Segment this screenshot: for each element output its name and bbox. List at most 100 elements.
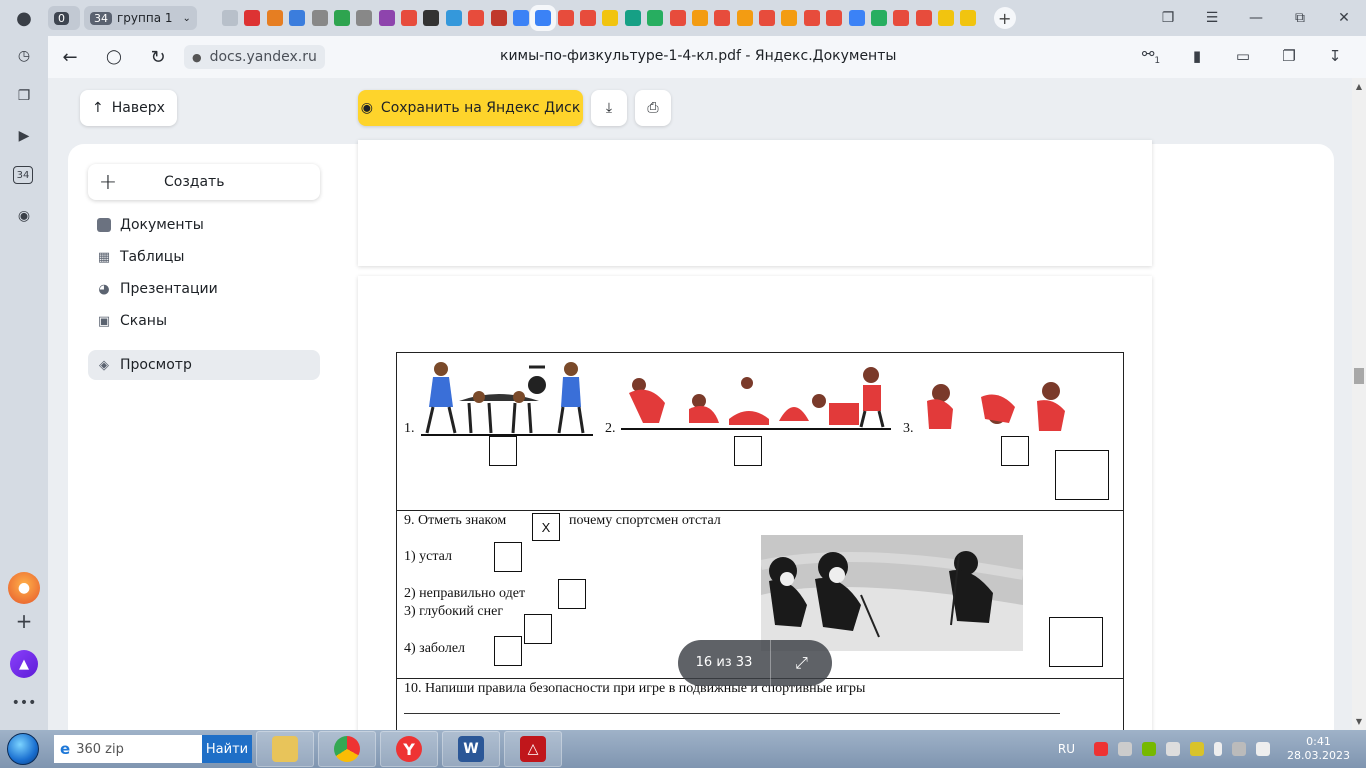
tab-favicon[interactable]	[714, 10, 731, 26]
yandex-app-icon[interactable]: ●	[8, 572, 40, 604]
print-button[interactable]: ⎙	[635, 90, 671, 126]
collections-icon[interactable]: ❐	[13, 85, 35, 107]
protect-icon[interactable]: ⚯1	[1128, 45, 1174, 66]
clock[interactable]: 0:41 28.03.2023	[1287, 735, 1350, 763]
tab-favicon[interactable]	[222, 10, 239, 26]
tab-favicon[interactable]	[244, 10, 261, 26]
battery-tray-icon[interactable]	[1214, 742, 1223, 756]
sidebar-item-presentations[interactable]: ◕ Презентации	[88, 274, 320, 304]
add-panel-icon[interactable]: +	[13, 609, 35, 633]
tab-favicon[interactable]	[468, 10, 485, 26]
yandex-logo-icon[interactable]: ◯	[92, 49, 136, 65]
tab-favicon[interactable]	[602, 10, 619, 26]
taskbar-search-button[interactable]: Найти	[202, 735, 252, 763]
extensions-icon[interactable]: ❐	[1266, 47, 1312, 65]
video-icon[interactable]: ▶	[13, 125, 35, 147]
sidebar-item-tables[interactable]: ▦ Таблицы	[88, 242, 320, 272]
language-indicator[interactable]: RU	[1058, 742, 1075, 756]
tab-favicon[interactable]	[915, 10, 932, 26]
tab-favicon[interactable]	[266, 10, 283, 26]
download-icon[interactable]: ↧	[1312, 47, 1358, 65]
start-button[interactable]	[0, 730, 46, 768]
tab-favicon[interactable]	[356, 10, 373, 26]
profile-icon[interactable]: ●	[0, 0, 48, 36]
tab-favicon[interactable]	[490, 10, 507, 26]
sidebar-item-view[interactable]: ◈ Просмотр	[88, 350, 320, 380]
score-box-8[interactable]	[1055, 450, 1109, 500]
tray-app-icon[interactable]	[1190, 742, 1205, 756]
tab-count-icon[interactable]: 34	[13, 166, 33, 184]
tab-favicon[interactable]	[893, 10, 910, 26]
taskbar-word[interactable]: W	[442, 731, 500, 767]
tab-favicon[interactable]	[530, 5, 557, 31]
signal-icon[interactable]	[1256, 742, 1271, 756]
scroll-thumb[interactable]	[1354, 368, 1364, 384]
volume-icon[interactable]	[1166, 742, 1181, 756]
bookmark-icon[interactable]: ▮	[1174, 47, 1220, 65]
restore-icon[interactable]: ⧉	[1278, 10, 1322, 26]
tab-favicon[interactable]	[647, 10, 664, 26]
back-arrow-icon[interactable]: ←	[48, 47, 92, 68]
scroll-down-icon[interactable]: ▼	[1352, 717, 1366, 726]
answer-box-1[interactable]	[489, 436, 517, 466]
answer-line[interactable]	[404, 713, 1060, 714]
taskbar-acrobat[interactable]: △	[504, 731, 562, 767]
tab-favicon[interactable]	[289, 10, 306, 26]
sidebar-item-scans[interactable]: ▣ Сканы	[88, 306, 320, 336]
download-button[interactable]: ⤓	[591, 90, 627, 126]
taskbar-yandex[interactable]: Y	[380, 731, 438, 767]
url-field[interactable]: ● docs.yandex.ru	[184, 45, 325, 69]
tabs-panel-icon[interactable]: ❐	[1146, 10, 1190, 26]
option-2-box[interactable]	[558, 579, 586, 609]
taskbar-chrome[interactable]	[318, 731, 376, 767]
minimize-icon[interactable]: —	[1234, 10, 1278, 26]
tab-favicon[interactable]	[826, 10, 843, 26]
alice-assistant-icon[interactable]: ▲	[10, 650, 38, 678]
tab-favicon[interactable]	[512, 10, 529, 26]
tab-favicon[interactable]	[624, 10, 641, 26]
fullscreen-icon[interactable]: ⤢	[771, 653, 832, 673]
nvidia-icon[interactable]	[1142, 742, 1157, 756]
tab-favicon[interactable]	[669, 10, 686, 26]
sidebar-item-documents[interactable]: Документы	[88, 210, 320, 240]
tab-favicon[interactable]	[445, 10, 462, 26]
vertical-scrollbar[interactable]: ▲ ▼	[1352, 78, 1366, 730]
tab-favicon[interactable]	[938, 10, 955, 26]
option-3-box[interactable]	[524, 614, 552, 644]
tab-group-pill[interactable]: 34 группа 1 ⌄	[84, 6, 197, 30]
option-1-box[interactable]	[494, 542, 522, 572]
menu-icon[interactable]: ☰	[1190, 10, 1234, 26]
answer-box-3[interactable]	[1001, 436, 1029, 466]
tab-favicon[interactable]	[960, 10, 977, 26]
tab-favicon[interactable]	[557, 10, 574, 26]
tab-favicon[interactable]	[311, 10, 328, 26]
tab-favicon[interactable]	[423, 10, 440, 26]
close-icon[interactable]: ✕	[1322, 10, 1366, 26]
tab-favicon[interactable]	[691, 10, 708, 26]
tab-favicon[interactable]	[378, 10, 395, 26]
tab-favicon[interactable]	[580, 10, 597, 26]
tab-favicon[interactable]	[736, 10, 753, 26]
network-tray-icon[interactable]	[1118, 742, 1133, 756]
tab-favicon[interactable]	[803, 10, 820, 26]
create-button[interactable]: + Создать	[88, 164, 320, 200]
answer-box-2[interactable]	[734, 436, 762, 466]
tab-counter-pill[interactable]: 0	[48, 6, 80, 30]
tab-favicon[interactable]	[781, 10, 798, 26]
tab-favicon[interactable]	[401, 10, 418, 26]
back-top-button[interactable]: ↑ Наверх	[80, 90, 177, 126]
new-tab-button[interactable]: +	[993, 7, 1016, 29]
tab-favicon[interactable]	[759, 10, 776, 26]
taskbar-explorer[interactable]	[256, 731, 314, 767]
yandex-tray-icon[interactable]	[1094, 742, 1109, 756]
tab-favicon[interactable]	[848, 10, 865, 26]
scroll-up-icon[interactable]: ▲	[1352, 82, 1366, 91]
taskbar-search-input[interactable]: e 360 zip	[54, 735, 202, 763]
battery-icon[interactable]: ▭	[1220, 47, 1266, 65]
more-icon[interactable]: •••	[12, 692, 37, 714]
score-box-9[interactable]	[1049, 617, 1103, 667]
reload-icon[interactable]: ↻	[136, 47, 180, 68]
screenshot-icon[interactable]: ◉	[13, 205, 35, 227]
save-disk-button[interactable]: ◉ Сохранить на Яндекс Диск	[358, 90, 583, 126]
tab-favicon[interactable]	[333, 10, 350, 26]
